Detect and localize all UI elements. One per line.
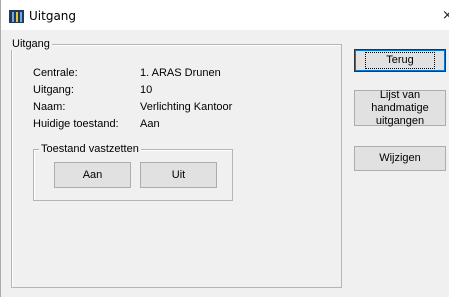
edit-button[interactable]: Wijzigen [354, 146, 446, 171]
output-number-value: 10 [140, 84, 153, 96]
name-value: Verlichting Kantoor [140, 101, 233, 113]
close-icon[interactable]: × [442, 8, 449, 23]
title-bar: Uitgang × [1, 0, 449, 30]
lock-on-button[interactable]: Aan [54, 162, 131, 188]
output-number-label: Uitgang: [33, 84, 74, 96]
back-label: Terug [365, 52, 435, 69]
lock-off-button[interactable]: Uit [140, 162, 217, 188]
manual-outputs-list-button[interactable]: Lijst van handmatige uitgangen [354, 88, 446, 127]
lock-state-title: Toestand vastzetten [39, 143, 141, 155]
output-group-title: Uitgang [10, 38, 52, 50]
manual-outputs-list-label-line1: Lijst van handmatige [371, 88, 429, 114]
manual-outputs-list-label-line2: uitgangen [375, 114, 425, 127]
current-state-label: Huidige toestand: [33, 118, 119, 130]
lock-on-label: Aan [82, 168, 103, 181]
dialog-window: Uitgang × Uitgang Centrale: 1. ARAS Drun… [0, 0, 449, 297]
central-label: Centrale: [33, 67, 78, 79]
window-title: Uitgang [29, 9, 77, 23]
central-value: 1. ARAS Drunen [140, 67, 221, 79]
edit-label: Wijzigen [379, 152, 421, 164]
building-icon [9, 10, 24, 23]
back-button[interactable]: Terug [354, 49, 446, 72]
name-label: Naam: [33, 101, 66, 113]
lock-off-label: Uit [171, 168, 186, 181]
current-state-value: Aan [140, 118, 160, 130]
